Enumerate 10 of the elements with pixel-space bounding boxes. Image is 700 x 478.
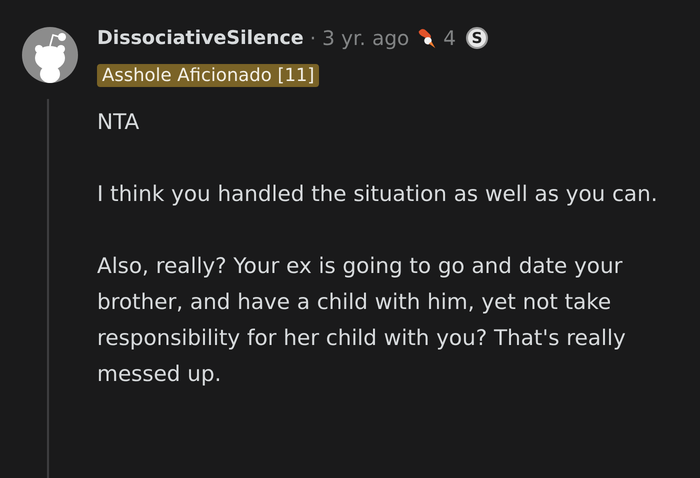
- user-flair: Asshole Aficionado [11]: [97, 64, 320, 87]
- comment-paragraph: I think you handled the situation as well as you can.: [97, 181, 659, 209]
- comment-paragraph: NTA: [97, 109, 140, 137]
- username-link[interactable]: DissociativeSilence: [97, 27, 304, 49]
- award-count: 4: [443, 26, 456, 50]
- separator-dot: ·: [310, 26, 316, 50]
- comment-paragraph: Also, really? Your ex is going to go and date your brother, and have a child with him, yet not take responsibility for her child with you? That's really messed up.: [97, 253, 627, 389]
- comment-age: 3 yr. ago: [322, 26, 410, 50]
- avatar-icon[interactable]: [22, 27, 78, 83]
- award-badge[interactable]: S: [466, 27, 488, 49]
